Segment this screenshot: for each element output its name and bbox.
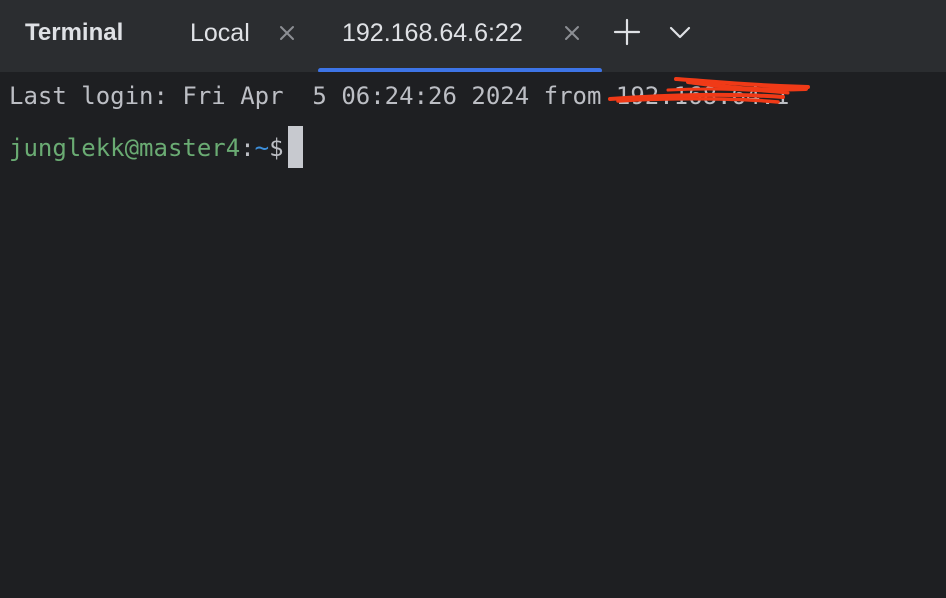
tab-local[interactable]: Local — [180, 0, 316, 72]
terminal-window: Terminal Local 192.168.64.6:22 Last logi… — [0, 0, 946, 598]
prompt-path: ~ — [254, 134, 270, 162]
last-login-text: Last login: Fri Apr 5 06:24:26 2024 from — [9, 82, 616, 110]
tool-window-header: Terminal Local 192.168.64.6:22 — [0, 0, 946, 73]
text-cursor — [287, 126, 303, 168]
prompt-symbol: $ — [269, 134, 284, 162]
tab-local-label: Local — [190, 19, 250, 47]
tool-window-title: Terminal — [25, 19, 124, 46]
chevron-down-icon[interactable] — [665, 17, 695, 47]
close-icon[interactable] — [278, 24, 296, 42]
close-icon[interactable] — [563, 24, 581, 42]
terminal-output[interactable]: Last login: Fri Apr 5 06:24:26 2024 from… — [0, 72, 946, 598]
plus-icon[interactable] — [612, 17, 642, 47]
prompt-line: junglekk@master4:~$ — [9, 126, 303, 168]
prompt-separator: : — [240, 134, 255, 162]
last-login-line: Last login: Fri Apr 5 06:24:26 2024 from… — [9, 77, 810, 111]
prompt-user-host: junglekk@master4 — [9, 134, 241, 162]
tab-remote-session-label: 192.168.64.6:22 — [342, 19, 523, 47]
tab-remote-session[interactable]: 192.168.64.6:22 — [318, 0, 602, 72]
redacted-ip-address: 192.168.64.1 — [607, 77, 810, 111]
login-ip-text: 192.168.64.1 — [615, 82, 790, 110]
